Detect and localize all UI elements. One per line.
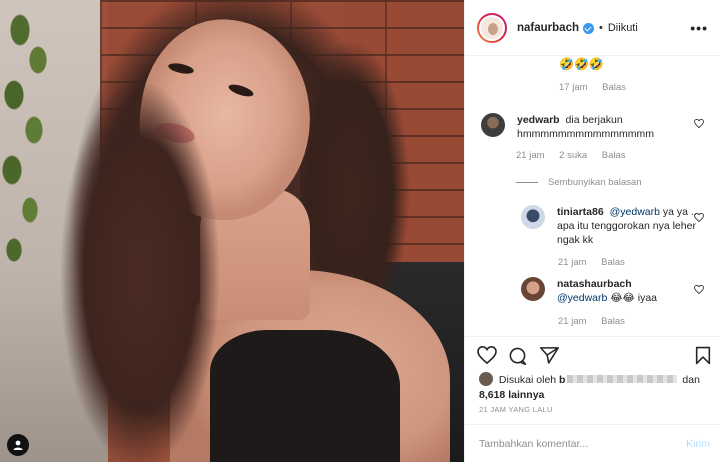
like-heart-icon[interactable] [477, 346, 497, 364]
comment-meta: 21 jam Balas [558, 316, 637, 327]
reply-button[interactable]: Balas [601, 257, 625, 268]
follow-status-button[interactable]: Diikuti [608, 22, 638, 34]
commenter-username[interactable]: tiniarta86 [557, 206, 604, 218]
comment-bubble-icon[interactable] [508, 346, 527, 365]
commenter-avatar[interactable] [521, 205, 545, 229]
reply-button[interactable]: Balas [602, 150, 626, 161]
more-options-icon[interactable]: ••• [690, 20, 708, 36]
comments-list[interactable]: 🤣🤣🤣 17 jam Balas yedwarb dia berjakun hm… [465, 57, 720, 334]
commenter-avatar[interactable] [481, 113, 505, 137]
verified-badge-icon [583, 23, 594, 34]
hide-replies-line [516, 182, 538, 183]
comment-input[interactable] [479, 437, 687, 450]
mention-link[interactable]: @yedwarb [557, 292, 607, 304]
like-comment-heart-icon[interactable] [694, 119, 704, 128]
mention-link[interactable]: @yedwarb [610, 206, 660, 218]
comment-meta: 17 jam Balas [559, 82, 638, 93]
comment-emoji-text: 🤣🤣🤣 [559, 57, 604, 71]
post-timestamp[interactable]: 21 JAM YANG LALU [479, 405, 553, 414]
tagged-people-icon[interactable] [7, 434, 29, 456]
hide-replies-button[interactable]: Sembunyikan balasan [516, 177, 641, 188]
comment-time: 21 jam [516, 150, 545, 161]
photo-hair-front [60, 80, 220, 462]
separator-dot: • [599, 21, 603, 34]
likes-summary: Disukai oleh b dan 8,618 lainnya [479, 372, 706, 403]
liked-by-username[interactable]: b [559, 374, 565, 386]
author-avatar[interactable] [477, 12, 507, 43]
post-comment-button[interactable]: Kirim [686, 438, 710, 450]
commenter-username[interactable]: yedwarb [517, 114, 560, 126]
comment-time: 17 jam [559, 82, 588, 93]
commenter-username[interactable]: natashaurbach [557, 278, 632, 290]
reply-item: natashaurbach @yedwarb 😂😂 iyaa [521, 277, 707, 305]
reply-item: tiniarta86 @yedwarb ya ya .. apa itu ten… [521, 205, 707, 247]
post-side-panel: nafaurbach • Diikuti ••• 🤣🤣🤣 17 jam Bala… [464, 0, 720, 462]
commenter-avatar[interactable] [521, 277, 545, 301]
hide-replies-label: Sembunyikan balasan [548, 177, 642, 188]
post-image[interactable] [0, 0, 464, 462]
like-comment-heart-icon[interactable] [694, 285, 704, 294]
liker-avatar[interactable] [479, 372, 493, 386]
comment-text: 😂😂 iyaa [610, 292, 657, 304]
comment-meta: 21 jam Balas [558, 257, 637, 268]
save-bookmark-icon[interactable] [695, 346, 711, 365]
post-actions-bar [465, 336, 720, 372]
comment-likes-count[interactable]: 2 suka [559, 150, 587, 161]
comment-time: 21 jam [558, 257, 587, 268]
liked-by-prefix: Disukai oleh [498, 374, 557, 386]
comment-time: 21 jam [558, 316, 587, 327]
add-comment-bar: Kirim [465, 424, 720, 462]
photo-plant [0, 0, 60, 280]
post-header: nafaurbach • Diikuti ••• [465, 0, 720, 56]
like-comment-heart-icon[interactable] [694, 213, 704, 222]
reply-button[interactable]: Balas [601, 316, 625, 327]
share-paper-plane-icon[interactable] [540, 346, 559, 364]
redacted-username [567, 375, 678, 383]
comment-meta: 21 jam 2 suka Balas [516, 150, 638, 161]
comment-item: yedwarb dia berjakun hmmmmmmmmmmmmmmm [481, 113, 707, 141]
photo-clothing [210, 330, 400, 462]
author-username[interactable]: nafaurbach [517, 22, 579, 34]
others-likes-link[interactable]: 8,618 lainnya [479, 389, 544, 401]
reply-button[interactable]: Balas [602, 82, 626, 93]
liked-by-suffix: dan [682, 374, 700, 386]
